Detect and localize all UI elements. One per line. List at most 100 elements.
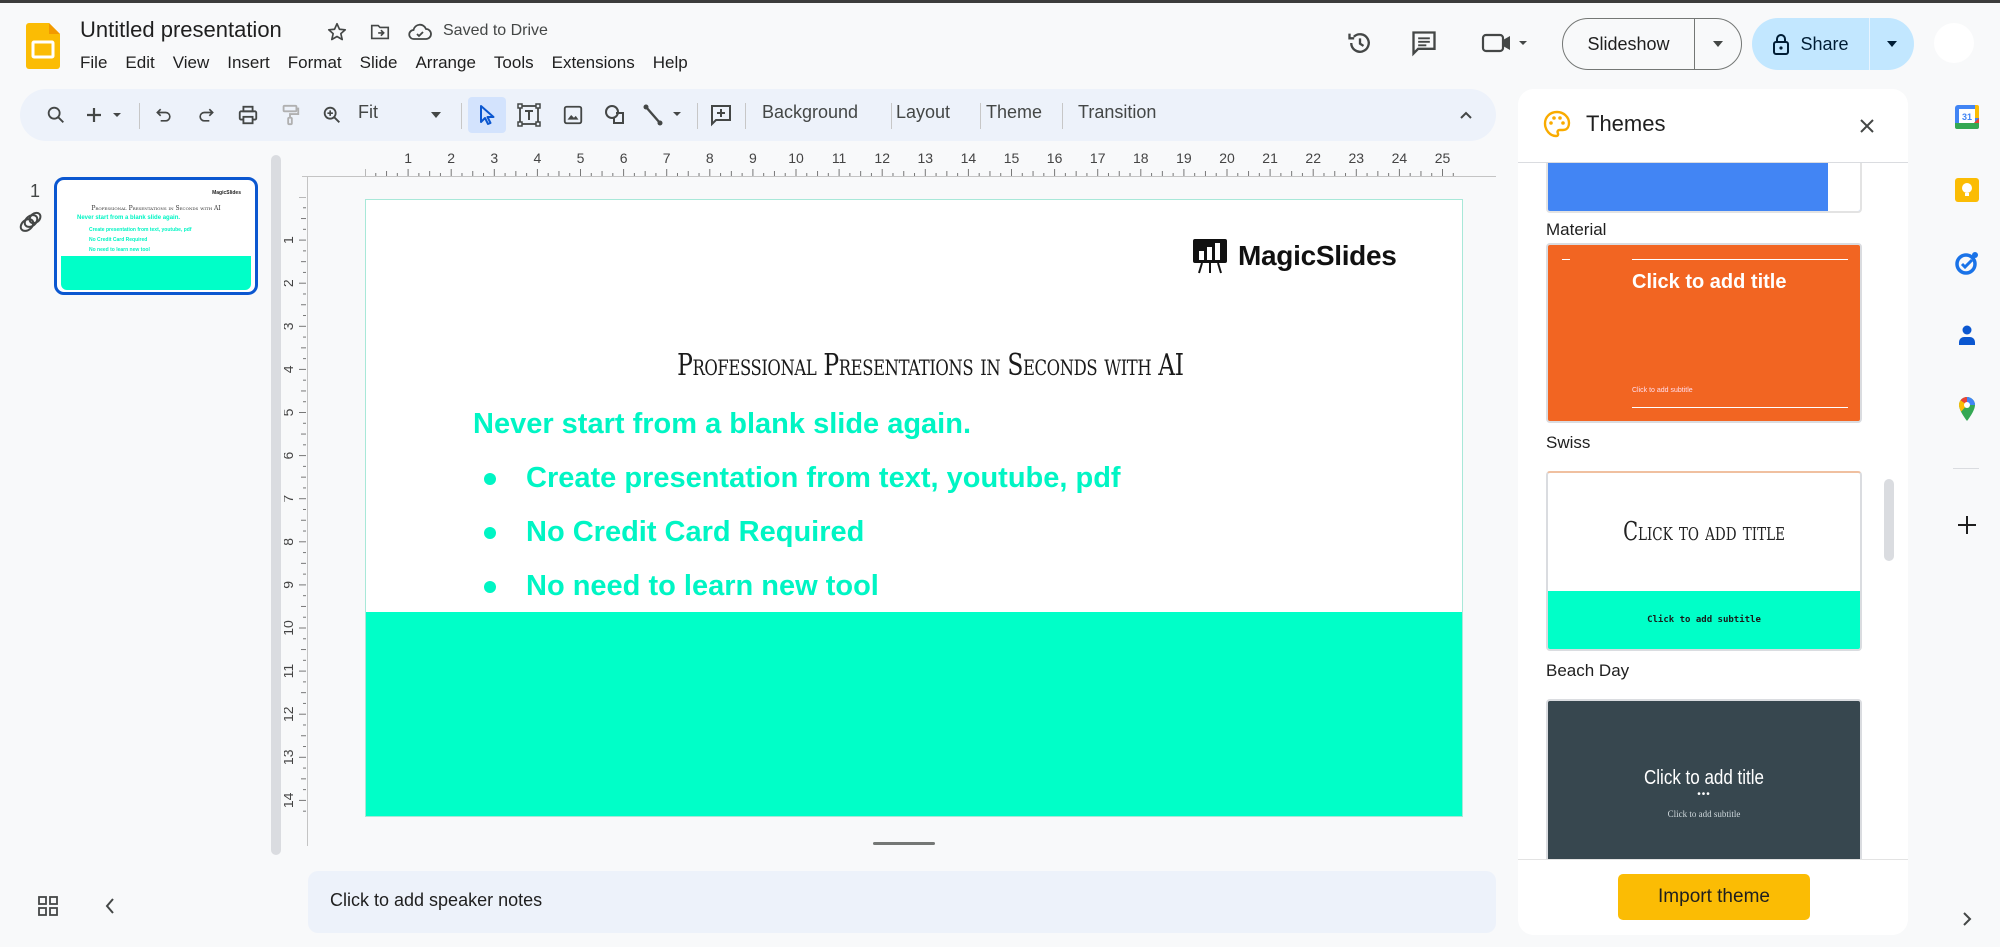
theme-title: Click to add title [1632,271,1787,293]
bullet-item[interactable]: No need to learn new tool [484,570,879,603]
import-theme-button[interactable]: Import theme [1618,874,1810,920]
ruler-label: 10 [788,151,804,166]
menu-file[interactable]: File [80,51,115,75]
zoom-dropdown[interactable] [424,99,448,131]
meet-camera-icon[interactable] [1476,27,1536,59]
theme-card-swiss[interactable]: Click to add title Click to add subtitle [1546,243,1862,423]
slide-canvas[interactable]: MagicSlides Professional Presentations i… [365,199,1463,817]
theme-subtitle: Click to add subtitle [1632,387,1693,394]
add-addon-icon[interactable] [1953,511,1981,539]
lock-icon [1773,34,1790,55]
filmstrip-scrollbar[interactable] [271,155,281,855]
version-history-icon[interactable] [1344,27,1376,59]
bullet-text: No need to learn new tool [526,570,879,602]
theme-card-dark[interactable]: Click to add title ••• Click to add subt… [1546,699,1862,859]
document-title[interactable]: Untitled presentation [80,17,282,43]
undo-icon[interactable] [148,99,180,131]
slideshow-options-dropdown[interactable] [1695,19,1741,69]
background-button[interactable]: Background [762,102,858,123]
zoom-icon[interactable] [316,99,348,131]
google-slides-logo[interactable] [26,23,60,69]
line-tool[interactable] [640,99,690,131]
slide-thumbnail-1[interactable]: MagicSlides Professional Presentations i… [54,177,258,295]
search-menus-icon[interactable] [40,99,72,131]
bullet-dot [484,580,496,593]
redo-icon[interactable] [190,99,222,131]
theme-title: Click to add title [1623,517,1785,547]
themes-footer: Import theme [1518,859,1908,935]
menu-insert[interactable]: Insert [227,51,278,75]
print-icon[interactable] [232,99,264,131]
speaker-notes-placeholder[interactable]: Click to add speaker notes [330,890,542,911]
ruler-label: 10 [284,620,296,636]
themes-list[interactable]: Material Click to add title Click to add… [1518,163,1908,859]
zoom-level[interactable]: Fit [358,102,378,123]
palette-icon [1542,109,1574,141]
slide-number: 1 [30,181,41,201]
transition-button[interactable]: Transition [1078,102,1156,123]
shape-tool[interactable] [598,99,632,131]
themes-panel: Themes Material Click to add title Click… [1518,89,1908,935]
thumb-subtitle: Never start from a blank slide again. [77,215,181,221]
slide-subtitle[interactable]: Never start from a blank slide again. [473,408,971,441]
layout-button[interactable]: Layout [896,102,950,123]
horizontal-ruler[interactable]: 1 2 3 4 5 6 7 8 9 10 11 12 13 14 15 16 17 18 19 20 21 22 23 24 2… [365,151,1461,177]
grid-view-icon[interactable] [38,896,58,916]
paint-format-icon[interactable] [274,99,306,131]
menu-tools[interactable]: Tools [494,51,542,75]
ruler-label: 16 [1047,151,1063,166]
theme-card-material[interactable] [1546,163,1862,213]
share-options-dropdown[interactable] [1870,18,1914,70]
bullet-item[interactable]: No Credit Card Required [484,516,864,549]
slide-title[interactable]: Professional Presentations in Seconds wi… [487,348,1342,383]
magicslides-logo[interactable]: MagicSlides [1192,238,1397,274]
maps-icon[interactable] [1953,395,1981,423]
themes-scrollbar[interactable] [1884,479,1894,561]
account-avatar[interactable] [1934,23,1974,63]
share-button[interactable]: Share [1752,18,1870,70]
menu-arrange[interactable]: Arrange [415,51,483,75]
slideshow-button[interactable]: Slideshow [1563,19,1695,69]
insert-image-tool[interactable] [556,99,590,131]
share-button-group: Share [1752,18,1914,70]
slideshow-button-group: Slideshow [1562,18,1742,70]
expand-side-panel-icon[interactable] [1953,905,1981,933]
tasks-icon[interactable] [1953,249,1981,277]
contacts-icon[interactable] [1953,322,1981,350]
notes-resize-handle[interactable] [873,842,935,845]
rail-divider [1953,468,1979,469]
collapse-filmstrip-icon[interactable] [102,895,118,917]
move-to-folder-icon[interactable] [368,20,392,44]
menu-format[interactable]: Format [288,51,350,75]
linked-object-icon[interactable] [16,209,44,237]
cloud-saved-icon[interactable] [408,20,432,44]
accent-band[interactable] [366,612,1462,816]
add-comment-icon[interactable] [704,99,738,131]
bullet-item[interactable]: Create presentation from text, youtube, … [484,462,1121,495]
menu-extensions[interactable]: Extensions [552,51,643,75]
text-box-tool[interactable] [512,99,546,131]
menu-slide[interactable]: Slide [360,51,406,75]
menu-view[interactable]: View [173,51,218,75]
menu-help[interactable]: Help [653,51,696,75]
calendar-icon[interactable]: 31 [1953,103,1981,131]
ruler-label: 14 [961,151,977,166]
select-tool[interactable] [468,97,506,133]
comments-icon[interactable] [1408,27,1440,59]
ruler-label: 8 [284,538,296,546]
menu-edit[interactable]: Edit [125,51,162,75]
theme-card-beach-day[interactable]: Click to add title Click to add subtitle [1546,471,1862,651]
new-slide-button[interactable] [82,99,128,131]
star-icon[interactable] [325,20,349,44]
theme-button[interactable]: Theme [986,102,1042,123]
caret-down-icon [431,112,441,118]
close-icon[interactable] [1856,115,1878,137]
vertical-ruler[interactable]: 1234567891011121314 [284,197,308,817]
toolbar: Fit Background Layout Theme Transition [20,89,1496,141]
ruler-label: 17 [1090,151,1106,166]
keep-icon[interactable] [1953,176,1981,204]
ruler-label: 7 [663,151,671,166]
ruler-label: 6 [284,451,296,459]
cursor-arrow-icon [480,105,495,125]
collapse-toolbar-icon[interactable] [1454,99,1478,131]
